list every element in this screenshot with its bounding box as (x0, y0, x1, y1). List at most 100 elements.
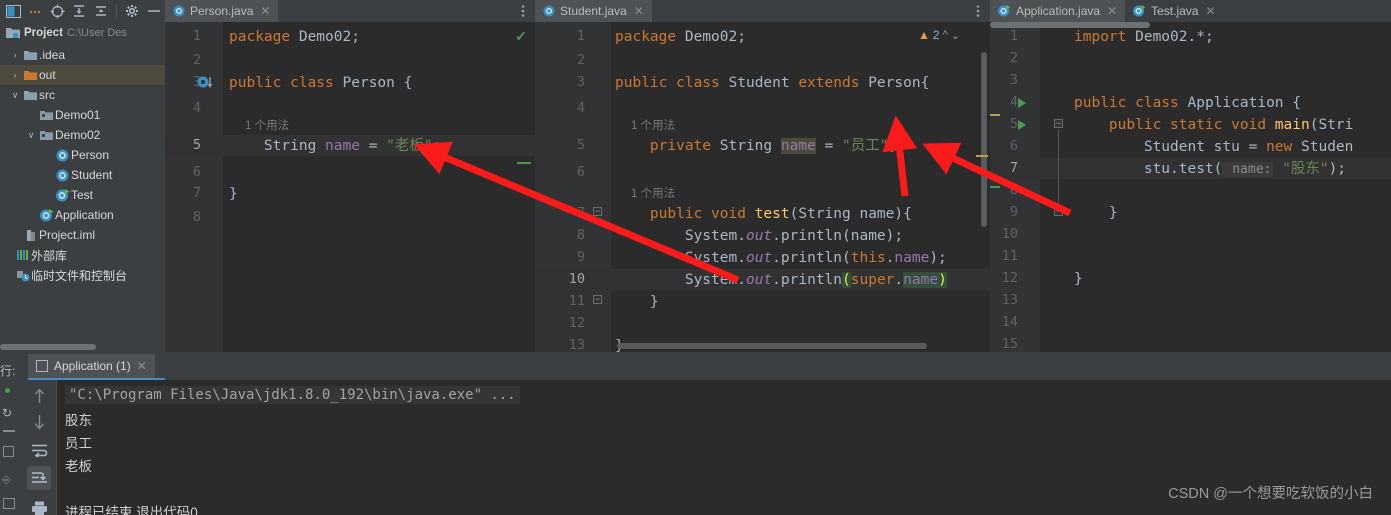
fold-collapse-icon[interactable]: − (593, 295, 602, 304)
code-line[interactable]: System.out.println(name); (615, 227, 903, 246)
usage-hint[interactable]: 1 个用法 (631, 185, 675, 201)
warning-indicator[interactable]: ▲ 2 ^ ⌄ (918, 28, 960, 42)
down-arrow-icon[interactable] (27, 410, 51, 434)
chevron-up-icon[interactable]: ^ (943, 29, 948, 41)
line-number: 1 (192, 28, 201, 44)
project-view-icon[interactable] (2, 1, 24, 21)
code-line[interactable]: } (229, 185, 238, 204)
run-gutter-icon[interactable] (1018, 98, 1026, 108)
code-line[interactable]: String name = "老板"; (229, 137, 441, 156)
project-tree[interactable]: › .idea › out ∨ src Demo01 ∨ Demo02 Person Student… (0, 44, 165, 285)
editor-tab-test-java[interactable]: Test.java ✕ (1125, 0, 1223, 22)
fold-collapse-icon[interactable]: − (1054, 119, 1063, 128)
tree-item-student[interactable]: Student (0, 165, 165, 185)
project-panel-hscrollbar[interactable] (0, 344, 96, 350)
collapse-all-icon[interactable] (90, 1, 112, 21)
code-line[interactable]: stu.test( name: "股东"); (1074, 160, 1346, 179)
editor-horizontal-scrollbar[interactable] (617, 343, 927, 349)
code-line[interactable]: Student stu = new Studen (1074, 138, 1354, 157)
rerun-icon[interactable]: ↻ (2, 406, 12, 420)
close-icon[interactable]: ✕ (1107, 4, 1117, 18)
code-line[interactable]: } (1074, 270, 1083, 289)
editor-tab-application-java[interactable]: Application.java ✕ (990, 0, 1126, 22)
chevron-icon[interactable]: › (8, 70, 22, 80)
run-gutter-strip: ↻ ⎆ (0, 380, 19, 515)
expand-all-icon[interactable] (68, 1, 90, 21)
code-line[interactable]: import Demo02.*; (1074, 28, 1214, 47)
soft-wrap-icon[interactable] (27, 438, 51, 462)
editor-tab-person-java[interactable]: Person.java ✕ (165, 0, 279, 22)
fold-collapse-icon[interactable]: − (593, 207, 602, 216)
run-tab-application[interactable]: Application (1) ✕ (28, 354, 155, 378)
overridden-member-icon[interactable] (197, 76, 213, 89)
editor-code-area[interactable]: 1 package Demo02; 2 3 public class Student e… (535, 22, 990, 352)
code-line[interactable]: System.out.println(super.name) (615, 271, 947, 290)
editor-tab-student-java[interactable]: Student.java ✕ (535, 0, 652, 22)
class-run-icon (38, 208, 55, 222)
chevron-icon[interactable]: ∨ (24, 130, 38, 141)
code-token: String (719, 138, 773, 154)
run-gutter-icon[interactable] (1018, 120, 1026, 130)
tree-item-person[interactable]: Person (0, 145, 165, 165)
editor-code-area[interactable]: 1 package Demo02; 2 3 public class Person {4… (165, 22, 535, 352)
code-line[interactable]: public static void main(Stri (1074, 116, 1353, 135)
hide-panel-icon[interactable] (143, 1, 165, 21)
code-line[interactable]: package Demo02; (615, 28, 746, 47)
up-arrow-icon[interactable] (27, 384, 51, 408)
fold-expand-icon[interactable]: − (1054, 207, 1063, 216)
more-dots-icon[interactable] (24, 1, 46, 21)
tree-item-project-iml[interactable]: Project.iml (0, 225, 165, 245)
print-icon[interactable] (27, 496, 51, 515)
line-number: 13 (1001, 292, 1018, 308)
code-token: this (850, 250, 886, 266)
tree-item-demo02[interactable]: ∨ Demo02 (0, 125, 165, 145)
code-line[interactable]: } (1074, 204, 1118, 223)
layout-icon[interactable] (3, 498, 15, 509)
tree-item-test[interactable]: Test (0, 185, 165, 205)
code-token: String (263, 138, 317, 154)
stop-divider-icon (3, 430, 15, 432)
tree-item-label: Demo01 (55, 108, 101, 122)
close-icon[interactable]: ✕ (1205, 4, 1215, 18)
chevron-icon[interactable]: ∨ (8, 90, 22, 101)
code-line[interactable]: System.out.println(this.name); (615, 249, 947, 268)
close-icon[interactable]: ✕ (137, 359, 147, 373)
code-token: main (1274, 117, 1310, 133)
run-tool-window: 行: Application (1) ✕ ↻ ⎆ "C:\Program Fil… (0, 352, 1391, 515)
code-line[interactable]: public class Application { (1074, 94, 1301, 113)
chevron-down-icon[interactable]: ⌄ (951, 29, 960, 42)
close-icon[interactable]: ✕ (260, 4, 270, 18)
scroll-to-end-icon[interactable] (27, 466, 51, 490)
code-token: "老板" (386, 138, 433, 154)
tree-item-out[interactable]: › out (0, 65, 165, 85)
settings-gear-icon[interactable] (121, 1, 143, 21)
close-icon[interactable]: ✕ (634, 4, 644, 18)
usage-hint[interactable]: 1 个用法 (631, 117, 675, 133)
code-line[interactable]: } (615, 293, 659, 312)
line-number: 5 (192, 137, 201, 153)
usage-hint[interactable]: 1 个用法 (245, 117, 289, 133)
code-token: ) (938, 272, 947, 288)
tab-overflow-menu-icon[interactable] (515, 0, 531, 22)
editor-vertical-scrollbar[interactable] (981, 52, 987, 227)
code-line[interactable]: public class Student extends Person{ (615, 74, 929, 93)
tree-item-demo01[interactable]: Demo01 (0, 105, 165, 125)
code-token: { (920, 75, 930, 91)
tree-item-src[interactable]: ∨ src (0, 85, 165, 105)
watermark-text: CSDN @一个想要吃软饭的小白 (1168, 486, 1373, 502)
chevron-icon[interactable]: › (8, 50, 22, 60)
code-line[interactable]: package Demo02; (229, 28, 360, 47)
tree-item--[interactable]: 外部库 (0, 245, 165, 265)
tree-item-application[interactable]: Application (0, 205, 165, 225)
tree-item--idea[interactable]: › .idea (0, 45, 165, 65)
code-line[interactable]: private String name = "员工"; (615, 137, 897, 156)
tree-item--[interactable]: 临时文件和控制台 (0, 265, 165, 285)
code-line[interactable]: public void test(String name){ (615, 205, 912, 224)
editor-horizontal-scrollbar[interactable] (990, 22, 1150, 28)
tab-overflow-menu-icon[interactable] (970, 0, 986, 22)
target-locate-icon[interactable] (46, 1, 68, 21)
inspection-ok-icon[interactable]: ✓ (515, 28, 527, 45)
pin-icon[interactable]: ⎆ (2, 474, 11, 487)
code-line[interactable]: public class Person { (229, 74, 412, 93)
stop-icon[interactable] (3, 446, 14, 457)
